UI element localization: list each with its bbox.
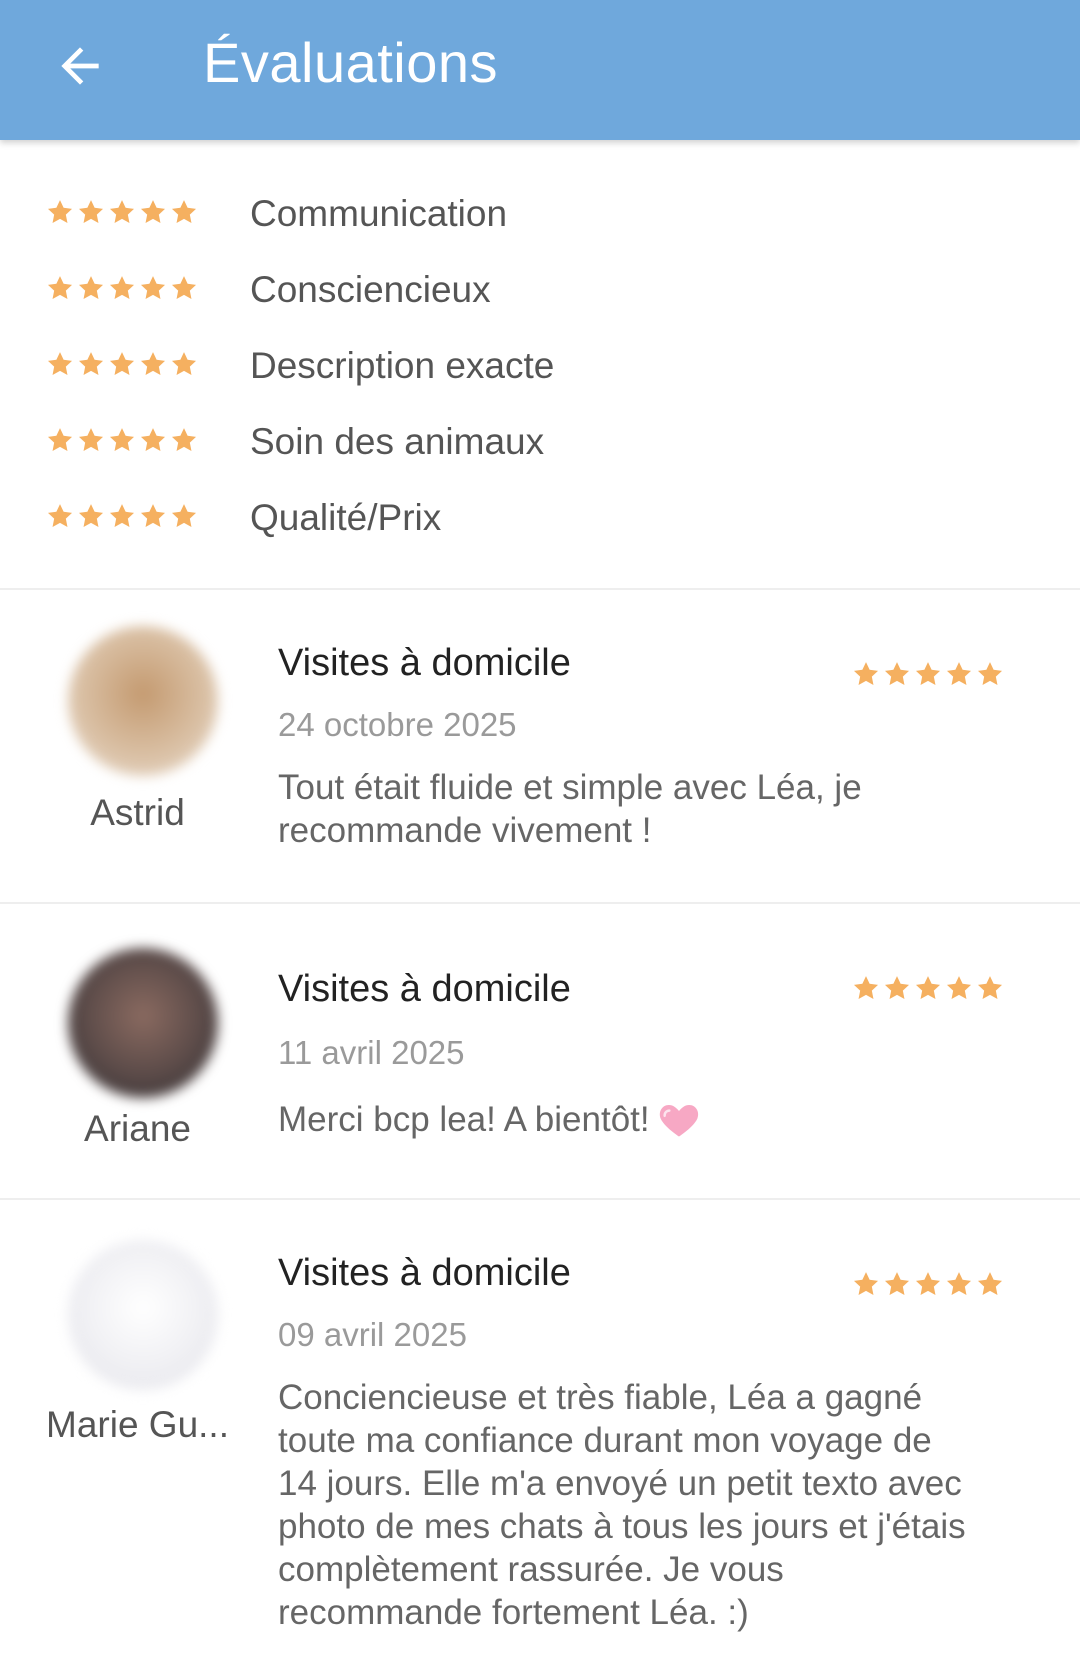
review-comment-text: Merci bcp lea! A bientôt! (278, 1100, 650, 1139)
star-icon (946, 976, 972, 999)
star-icon (915, 662, 941, 685)
star-rating (46, 198, 198, 226)
star-icon (109, 504, 135, 527)
review-item[interactable]: Astrid Visites à domicile 24 octobre 202… (0, 590, 1080, 902)
star-icon (140, 276, 166, 299)
star-rating (852, 974, 1004, 1002)
star-icon (109, 200, 135, 223)
star-rating (852, 660, 1004, 688)
star-icon (78, 428, 104, 451)
review-date: 09 avril 2025 (278, 1316, 467, 1353)
review-comment: Conciencieuse et très fiable, Léa a gagn… (278, 1378, 966, 1632)
star-icon (78, 200, 104, 223)
back-button[interactable] (52, 38, 108, 94)
avatar (68, 948, 218, 1098)
arrow-left-icon (61, 47, 99, 85)
star-icon (171, 276, 197, 299)
star-icon (171, 428, 197, 451)
star-icon (853, 662, 879, 685)
star-icon (884, 662, 910, 685)
service-type: Visites à domicile (278, 642, 571, 684)
star-icon (171, 504, 197, 527)
star-icon (946, 662, 972, 685)
reviewer-name: Marie Gu... (46, 1404, 229, 1445)
app-bar: Évaluations (0, 0, 1080, 140)
star-rating (46, 274, 198, 302)
star-icon (47, 352, 73, 375)
star-icon (915, 1272, 941, 1295)
review-date: 11 avril 2025 (278, 1034, 465, 1071)
star-rating (46, 350, 198, 378)
star-icon (47, 504, 73, 527)
criterion-communication: Communication (0, 176, 1080, 252)
criterion-label: Consciencieux (250, 269, 491, 310)
reviewer-name: Ariane (84, 1108, 191, 1149)
reviewer-name: Astrid (90, 792, 185, 833)
star-icon (78, 276, 104, 299)
star-icon (47, 276, 73, 299)
criterion-label: Qualité/Prix (250, 497, 442, 538)
review-item[interactable]: Marie Gu... Visites à domicile 09 avril … (0, 1200, 1080, 1675)
star-icon (915, 976, 941, 999)
star-icon (977, 976, 1003, 999)
star-icon (109, 428, 135, 451)
service-type: Visites à domicile (278, 1252, 571, 1294)
star-icon (78, 504, 104, 527)
criterion-value: Qualité/Prix (0, 480, 1080, 556)
star-icon (47, 200, 73, 223)
star-icon (171, 352, 197, 375)
star-icon (946, 1272, 972, 1295)
service-type: Visites à domicile (278, 968, 571, 1010)
star-icon (140, 352, 166, 375)
star-icon (140, 200, 166, 223)
star-icon (109, 276, 135, 299)
star-icon (977, 662, 1003, 685)
star-icon (140, 428, 166, 451)
star-icon (109, 352, 135, 375)
review-item[interactable]: Ariane Visites à domicile 11 avril 2025 … (0, 904, 1080, 1198)
star-icon (884, 976, 910, 999)
star-icon (78, 352, 104, 375)
review-date: 24 octobre 2025 (278, 706, 517, 743)
star-icon (47, 428, 73, 451)
avatar (68, 1240, 218, 1390)
criterion-label: Soin des animaux (250, 421, 545, 462)
criteria-ratings: Communication Consciencieux Description … (0, 140, 1080, 588)
page-title: Évaluations (203, 31, 499, 94)
star-rating (46, 426, 198, 454)
review-comment: Tout était fluide et simple avec Léa, je… (278, 768, 862, 850)
pink-heart-emoji-icon (658, 1099, 700, 1149)
avatar (68, 626, 218, 776)
star-rating (46, 502, 198, 530)
criterion-description: Description exacte (0, 328, 1080, 404)
star-icon (977, 1272, 1003, 1295)
star-icon (884, 1272, 910, 1295)
criterion-label: Description exacte (250, 345, 555, 386)
criterion-label: Communication (250, 193, 508, 234)
star-icon (853, 976, 879, 999)
star-icon (853, 1272, 879, 1295)
criterion-animal-care: Soin des animaux (0, 404, 1080, 480)
review-comment: Merci bcp lea! A bientôt! (278, 1098, 978, 1149)
star-icon (140, 504, 166, 527)
star-rating (852, 1270, 1004, 1298)
criterion-conscientious: Consciencieux (0, 252, 1080, 328)
star-icon (171, 200, 197, 223)
